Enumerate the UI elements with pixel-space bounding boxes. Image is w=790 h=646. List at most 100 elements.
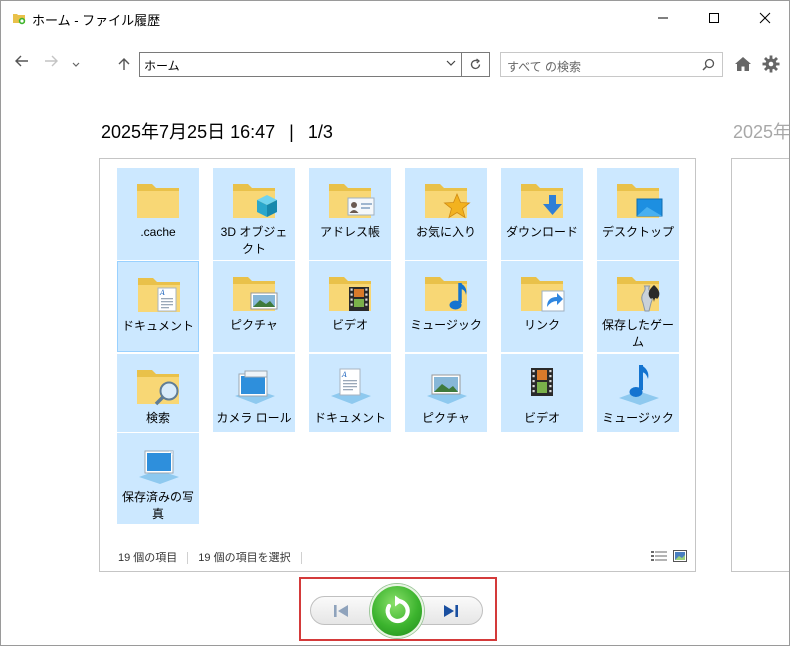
minimize-icon xyxy=(658,17,668,19)
snapshot-datetime: 2025年7月25日 16:47 xyxy=(101,122,276,142)
file-item-label: ドキュメント xyxy=(313,411,386,425)
file-item[interactable]: ミュージック xyxy=(597,354,679,432)
file-item[interactable]: お気に入り xyxy=(405,168,487,260)
searches-folder-icon xyxy=(137,370,179,406)
next-snapshot-datetime: 2025年 xyxy=(733,122,790,142)
file-item-label: 検索 xyxy=(145,411,170,425)
3d-objects-folder-icon xyxy=(233,184,277,218)
saved-games-folder-icon xyxy=(617,277,660,312)
file-item-label: ビデオ xyxy=(523,411,560,425)
snapshot-content-panel: .cache 3D オブジェクト アドレス帳 お気に入り ダウンロード デスクトップ A ドキ… xyxy=(99,158,696,572)
gear-icon[interactable] xyxy=(762,55,780,73)
music-library-icon xyxy=(619,365,659,405)
file-item-label: .cache xyxy=(140,225,176,239)
next-icon xyxy=(444,605,458,617)
next-version-button[interactable] xyxy=(431,599,471,623)
details-view-icon[interactable] xyxy=(651,550,667,562)
search-placeholder: すべて の検索 xyxy=(507,60,582,74)
file-item[interactable]: ビデオ xyxy=(501,354,583,432)
downloads-folder-icon xyxy=(521,184,563,218)
file-item[interactable]: A ドキュメント xyxy=(117,261,199,352)
file-item[interactable]: ダウンロード xyxy=(501,168,583,260)
address-value: ホーム xyxy=(144,59,180,73)
window-title: ホーム - ファイル履歴 xyxy=(32,13,161,28)
file-item-label: ミュージック xyxy=(410,318,482,332)
camera-roll-library-icon xyxy=(235,370,275,404)
item-count: 19 個の項目 xyxy=(118,552,178,564)
file-item-label: ダウンロード xyxy=(505,225,578,239)
file-item-label: ミュージック xyxy=(602,411,674,425)
home-icon[interactable] xyxy=(734,56,752,72)
maximize-icon xyxy=(709,13,719,23)
file-item[interactable]: ピクチャ xyxy=(213,261,295,352)
file-item-label: お気に入り xyxy=(415,225,476,239)
file-item[interactable]: ピクチャ xyxy=(405,354,487,432)
file-item[interactable]: 保存済みの写真 xyxy=(117,433,199,524)
status-divider xyxy=(187,552,189,565)
title-bar: ホーム - ファイル履歴 xyxy=(1,1,789,35)
file-item-label: アドレス帳 xyxy=(319,225,380,239)
file-item[interactable]: アドレス帳 xyxy=(309,168,391,260)
documents-library-icon: A xyxy=(331,368,371,404)
file-item[interactable]: A ドキュメント xyxy=(309,354,391,432)
file-item[interactable]: .cache xyxy=(117,168,199,260)
documents-folder-icon: A xyxy=(138,278,180,312)
file-item-label: 保存したゲーム xyxy=(601,318,674,349)
large-icons-view-icon[interactable] xyxy=(673,550,687,562)
desktop-folder-icon xyxy=(617,184,663,218)
chevron-down-icon[interactable] xyxy=(446,58,456,68)
close-icon xyxy=(759,12,771,24)
videos-folder-icon xyxy=(329,277,371,311)
file-history-app-icon xyxy=(13,14,26,25)
pictures-library-icon xyxy=(427,374,467,404)
file-item-label: ピクチャ xyxy=(230,318,278,332)
maximize-button[interactable] xyxy=(691,1,737,35)
file-item-label: デスクトップ xyxy=(601,225,674,239)
file-item-label: 3D オブジェクト xyxy=(220,225,288,256)
up-arrow-icon[interactable] xyxy=(118,57,130,71)
minimize-button[interactable] xyxy=(640,1,686,35)
file-item-label: ドキュメント xyxy=(121,319,194,333)
status-divider xyxy=(300,552,302,565)
svg-text:A: A xyxy=(341,371,347,379)
favorites-folder-icon xyxy=(425,184,471,219)
file-item[interactable]: デスクトップ xyxy=(597,168,679,260)
forward-arrow-icon[interactable] xyxy=(43,54,59,68)
refresh-button[interactable] xyxy=(462,52,490,77)
svg-text:A: A xyxy=(159,289,165,297)
selected-count: 19 個の項目を選択 xyxy=(198,552,291,564)
refresh-icon xyxy=(470,58,481,70)
file-item[interactable]: 3D オブジェクト xyxy=(213,168,295,260)
address-bar[interactable]: ホーム xyxy=(139,52,462,77)
restore-button[interactable] xyxy=(370,584,424,638)
folder-icon xyxy=(137,184,179,218)
previous-version-button[interactable] xyxy=(321,599,361,623)
view-toggle xyxy=(651,550,687,562)
file-item-label: ビデオ xyxy=(331,318,368,332)
file-item[interactable]: カメラ ロール xyxy=(213,354,295,432)
close-button[interactable] xyxy=(742,1,788,35)
header-separator: | xyxy=(289,122,294,142)
status-bar: 19 個の項目 19 個の項目を選択 xyxy=(118,549,312,565)
saved-pictures-library-icon xyxy=(139,450,179,484)
videos-library-icon xyxy=(531,368,553,396)
file-item[interactable]: リンク xyxy=(501,261,583,352)
file-item-label: 保存済みの写真 xyxy=(121,490,194,521)
snapshot-header: 2025年7月25日 16:47 | 1/3 xyxy=(101,118,333,144)
search-box[interactable]: すべて の検索 xyxy=(500,52,723,77)
links-folder-icon xyxy=(521,277,565,312)
back-arrow-icon[interactable] xyxy=(14,54,30,68)
file-item[interactable]: ビデオ xyxy=(309,261,391,352)
file-item[interactable]: ミュージック xyxy=(405,261,487,352)
snapshot-page-indicator: 1/3 xyxy=(307,122,333,142)
search-icon[interactable] xyxy=(702,58,715,71)
contacts-folder-icon xyxy=(329,184,375,218)
file-item[interactable]: 保存したゲーム xyxy=(597,261,679,352)
file-history-window: ホーム - ファイル履歴 ホーム すべて の検索 2025年7月25日 16:4… xyxy=(0,0,790,646)
file-item-label: カメラ ロール xyxy=(216,411,292,425)
recent-locations-chevron-icon[interactable] xyxy=(72,62,80,68)
restore-icon xyxy=(385,595,410,624)
music-folder-icon xyxy=(425,277,467,311)
file-item[interactable]: 検索 xyxy=(117,354,199,432)
file-item-label: ピクチャ xyxy=(422,411,470,425)
